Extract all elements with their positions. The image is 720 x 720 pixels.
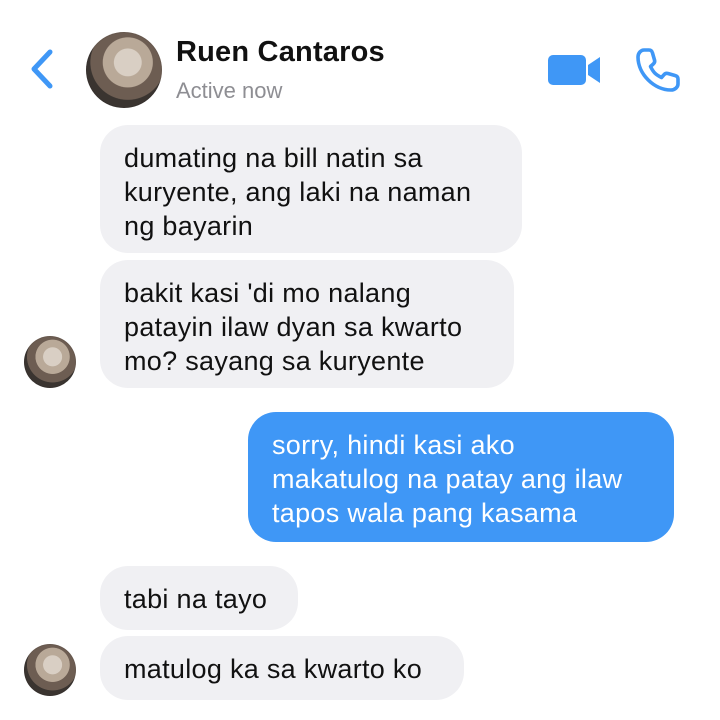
- contact-avatar-small: [24, 644, 76, 696]
- message-bubble-incoming[interactable]: matulog ka sa kwarto ko: [100, 636, 464, 700]
- back-chevron-icon[interactable]: [28, 46, 56, 92]
- message-bubble-outgoing[interactable]: sorry, hindi kasi ako makatulog na patay…: [248, 412, 674, 542]
- message-bubble-incoming[interactable]: bakit kasi 'di mo nalang patayin ilaw dy…: [100, 260, 514, 388]
- message-bubble-incoming[interactable]: dumating na bill natin sa kuryente, ang …: [100, 125, 522, 253]
- phone-call-icon[interactable]: [634, 46, 682, 94]
- contact-avatar[interactable]: [86, 32, 162, 108]
- contact-avatar-small: [24, 336, 76, 388]
- active-status: Active now: [176, 78, 283, 103]
- contact-name[interactable]: Ruen Cantaros: [176, 36, 385, 69]
- video-call-icon[interactable]: [548, 50, 602, 90]
- chat-header: Ruen Cantaros Active now: [0, 0, 720, 120]
- message-bubble-incoming[interactable]: tabi na tayo: [100, 566, 298, 630]
